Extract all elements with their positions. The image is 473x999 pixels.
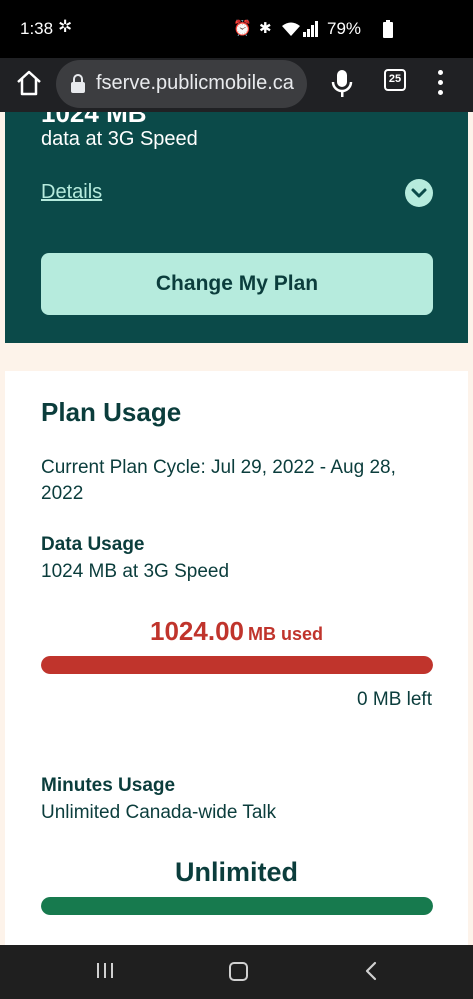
data-usage-bar [41,656,433,674]
recents-bar [97,963,99,978]
status-bar: 1:38 ✲ ⏰ ✱ 79% [0,0,473,58]
back-chevron-icon [365,961,377,981]
voice-search-button[interactable] [330,68,354,100]
fan-icon: ✲ [58,17,73,36]
change-plan-button[interactable]: Change My Plan [41,253,433,315]
address-bar[interactable]: fserve.publicmobile.ca [56,60,307,108]
system-nav-bar [0,945,473,999]
recents-bar [104,963,106,978]
menu-dot [438,80,443,85]
battery-icon [383,20,393,42]
data-usage-heading: Data Usage [41,534,145,555]
bluetooth-icon: ✱ [259,20,272,37]
chevron-down-icon [411,188,427,198]
plan-cycle-text: Current Plan Cycle: Jul 29, 2022 - Aug 2… [41,457,396,504]
status-time: 1:38 [20,19,54,38]
browser-toolbar: fserve.publicmobile.ca 25 [0,58,473,112]
browser-menu-button[interactable] [434,68,448,98]
system-back-button[interactable] [362,960,380,982]
plan-usage-card: Plan Usage Current Plan Cycle: Jul 29, 2… [5,371,468,946]
signal-icon [303,21,319,41]
home-button[interactable] [14,68,44,98]
lock-icon [70,74,86,94]
data-usage-subtitle: 1024 MB at 3G Speed [41,561,230,582]
data-used-value: 1024.00 [150,616,244,646]
details-link[interactable]: Details [41,181,102,204]
plan-speed: data at 3G Speed [41,128,198,150]
data-used-readout: 1024.00 MB used [5,616,468,647]
data-used-unit: MB used [247,624,323,644]
alarm-icon: ⏰ [233,20,252,37]
minutes-usage-fill [41,897,433,915]
recents-bar [111,963,113,978]
status-icons: ⏰ ✱ 79% [233,19,473,41]
minutes-usage-heading: Minutes Usage [41,775,176,796]
system-home-button[interactable] [229,962,248,981]
home-icon [17,70,41,96]
url-text: fserve.publicmobile.ca [96,72,294,94]
data-left-text: 0 MB left [357,689,432,710]
expand-details-button[interactable] [405,179,433,207]
plan-data-amount: 1024 MB [41,112,147,128]
minutes-usage-bar [41,897,433,915]
tab-switcher-button[interactable]: 25 [384,69,406,91]
minutes-status: Unlimited [174,857,298,887]
plan-summary-card: 1024 MB data at 3G Speed Details Change … [5,112,468,343]
menu-dot [438,70,443,75]
data-usage-fill [41,656,433,674]
usage-title: Plan Usage [41,397,182,427]
battery-percent: 79% [327,19,362,38]
menu-dot [438,90,443,95]
wifi-icon [281,21,301,41]
minutes-usage-subtitle: Unlimited Canada-wide Talk [41,802,277,823]
microphone-icon [331,70,353,97]
recent-apps-button[interactable] [96,963,116,981]
